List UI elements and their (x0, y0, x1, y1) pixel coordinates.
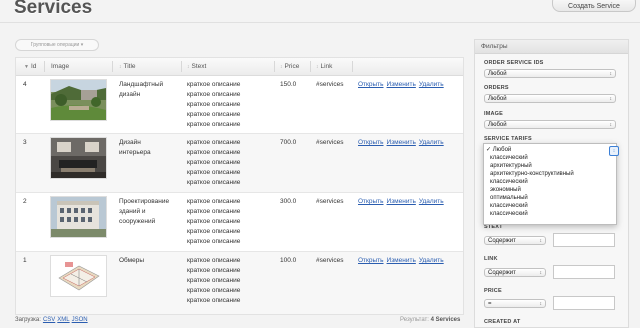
column-header-title[interactable]: Title (119, 58, 136, 75)
cell-price: 150.0 (280, 81, 297, 88)
cell-stext: краткое описание краткое описание кратко… (187, 81, 241, 128)
cell-title: Проектирование зданий и сооружений (119, 198, 170, 225)
filter-label-image: IMAGE (484, 111, 504, 117)
sort-desc-icon: ▼ (24, 64, 29, 70)
cell-link: #services (316, 139, 344, 146)
service-image (50, 79, 107, 121)
open-link[interactable]: Открыть (358, 198, 384, 205)
dropdown-option[interactable]: классический (490, 154, 528, 162)
create-service-button[interactable]: Создать Service (552, 0, 636, 12)
row-actions: Открыть Изменить Удалить (358, 80, 447, 90)
cell-link: #services (316, 198, 344, 205)
edit-link[interactable]: Изменить (387, 139, 416, 146)
services-table: ▼Id Image Title Stext Price Link 4 (15, 57, 464, 315)
dropdown-option[interactable]: архитектурный (490, 162, 532, 170)
column-header-price[interactable]: Price (280, 58, 300, 75)
edit-link[interactable]: Изменить (387, 198, 416, 205)
column-header-image: Image (51, 63, 70, 70)
link-operator-select[interactable]: Содержит (484, 268, 546, 278)
cell-id: 3 (23, 139, 27, 146)
open-link[interactable]: Открыть (358, 139, 384, 146)
cell-link: #services (316, 257, 344, 264)
filter-label-order-service-ids: ORDER SERVICE IDS (484, 60, 544, 66)
edit-link[interactable]: Изменить (387, 257, 416, 264)
table-row: 2 Проектирование зданий и сооружений кра… (16, 193, 463, 252)
delete-link[interactable]: Удалить (419, 198, 444, 205)
delete-link[interactable]: Удалить (419, 139, 444, 146)
filter-label-service-tarifs: SERVICE TARIFS (484, 136, 532, 142)
cell-price: 100.0 (280, 257, 297, 264)
price-operator-select[interactable]: = (484, 299, 546, 309)
order-service-ids-select[interactable]: Любой (484, 69, 616, 79)
orders-select[interactable]: Любой (484, 94, 616, 104)
table-row: 3 Дизайн интерьера краткое описание крат… (16, 134, 463, 193)
dropdown-toggle-icon[interactable]: ↕ (609, 146, 619, 156)
cell-id: 1 (23, 257, 27, 264)
export-csv-link[interactable]: CSV (43, 317, 55, 323)
row-actions: Открыть Изменить Удалить (358, 197, 447, 207)
table-row: 4 Ландшафтный дизайн краткое описание кр… (16, 76, 463, 134)
group-actions-button[interactable]: Групповые операции ▾ (15, 39, 99, 51)
filter-label-created-at: CREATED AT (484, 319, 521, 325)
filter-label-link: LINK (484, 256, 498, 262)
delete-link[interactable]: Удалить (419, 81, 444, 88)
column-divider (310, 61, 311, 72)
cell-stext: краткое описание краткое описание кратко… (187, 198, 241, 245)
delete-link[interactable]: Удалить (419, 257, 444, 264)
column-divider (44, 61, 45, 72)
results-count: Результат: 4 Services (400, 317, 461, 323)
checkmark-icon: ✓ (486, 147, 492, 153)
filters-heading: Фильтры (475, 40, 628, 54)
table-row: 1 Обмеры краткое описание краткое описан… (16, 252, 463, 314)
stext-filter-input[interactable] (553, 233, 615, 247)
edit-link[interactable]: Изменить (387, 81, 416, 88)
service-image (50, 137, 107, 179)
cell-price: 700.0 (280, 139, 297, 146)
cell-title: Обмеры (119, 257, 145, 264)
dropdown-option[interactable]: архитектурно-конструктивный (490, 170, 574, 178)
image-select[interactable]: Любой (484, 120, 616, 130)
open-link[interactable]: Открыть (358, 81, 384, 88)
cell-title: Дизайн интерьера (119, 139, 151, 156)
filter-label-orders: ORDERS (484, 85, 509, 91)
cell-id: 2 (23, 198, 27, 205)
dropdown-option[interactable]: классический (490, 210, 528, 218)
column-header-stext[interactable]: Stext (187, 58, 207, 75)
cell-title: Ландшафтный дизайн (119, 81, 164, 98)
dropdown-option[interactable]: классический (490, 202, 528, 210)
cell-stext: краткое описание краткое описание кратко… (187, 139, 241, 186)
dropdown-option[interactable]: экономный (490, 186, 521, 194)
export-links: Загрузка: CSV XML JSON (15, 317, 88, 323)
link-filter-input[interactable] (553, 265, 615, 279)
header-divider (0, 22, 640, 23)
table-header: ▼Id Image Title Stext Price Link (16, 58, 463, 76)
column-divider (112, 61, 113, 72)
open-link[interactable]: Открыть (358, 257, 384, 264)
page-title: Services (14, 0, 93, 18)
column-header-id[interactable]: ▼ Id (24, 58, 36, 75)
column-divider (274, 61, 275, 72)
dropdown-option[interactable]: оптимальный (490, 194, 528, 202)
column-divider (352, 61, 353, 72)
filter-label-price: PRICE (484, 288, 502, 294)
service-image (50, 255, 107, 297)
service-image (50, 196, 107, 238)
column-header-link[interactable]: Link (316, 58, 333, 75)
export-json-link[interactable]: JSON (72, 317, 88, 323)
row-actions: Открыть Изменить Удалить (358, 256, 447, 266)
cell-id: 4 (23, 81, 27, 88)
cell-price: 300.0 (280, 198, 297, 205)
dropdown-option[interactable]: классический (490, 178, 528, 186)
export-xml-link[interactable]: XML (57, 317, 69, 323)
stext-operator-select[interactable]: Содержит (484, 236, 546, 246)
row-actions: Открыть Изменить Удалить (358, 138, 447, 148)
price-filter-input[interactable] (553, 296, 615, 310)
cell-link: #services (316, 81, 344, 88)
dropdown-option-selected[interactable]: ✓ Любой (486, 146, 511, 154)
service-tarifs-dropdown: ✓ Любой классический архитектурный архит… (483, 143, 617, 225)
cell-stext: краткое описание краткое описание кратко… (187, 257, 241, 304)
column-divider (181, 61, 182, 72)
